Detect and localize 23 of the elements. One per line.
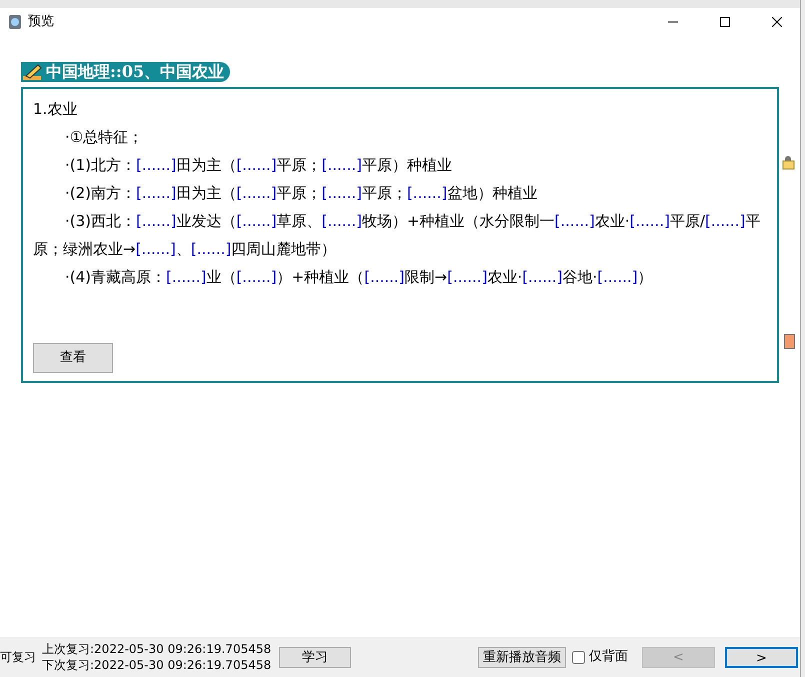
card-text: ·(1)北方：[......]田为主（[......]平原；[......]平原）种植业 — [64, 154, 453, 176]
maximize-icon[interactable] — [720, 17, 730, 27]
book-icon[interactable] — [784, 334, 796, 349]
window-title: 预览 — [28, 13, 54, 32]
bag-icon[interactable] — [782, 156, 796, 170]
back-only-label: 仅背面 — [589, 648, 628, 666]
card-text: 1.农业 — [33, 98, 78, 120]
status-text: 可复习 — [0, 649, 36, 666]
app-icon — [8, 14, 22, 30]
next-review-text: 下次复习:2022-05-30 09:26:19.705458 — [42, 657, 272, 673]
card-text: ·①总特征； — [64, 126, 144, 148]
replay-audio-button[interactable]: 重新播放音频 — [478, 646, 566, 668]
show-button[interactable]: 查看 — [33, 342, 113, 372]
last-review-text: 上次复习:2022-05-30 09:26:19.705458 — [42, 641, 272, 657]
card-text: ·(2)南方：[......]田为主（[......]平原；[......]平原；[......]盆地）种植业 — [64, 182, 538, 204]
card-text: ·(4)青藏高原：[......]业（[......]）+种植业（[......]限制→[......]农业·[......]谷地·[......]） — [64, 266, 654, 288]
next-button[interactable]: > — [725, 646, 798, 668]
card-text: ·(3)西北：[......]业发达（[......]草原、[......]牧场）+种植业（水分限制一[......]农业·[......]平原/[......]平原；绿洲农业→[......]、[......]四周山麓地带） — [33, 210, 762, 260]
study-button[interactable]: 学习 — [279, 646, 352, 668]
card-title: 中国地理::05、中国农业 — [21, 62, 230, 82]
back-only-checkbox[interactable] — [572, 650, 585, 664]
close-icon[interactable] — [772, 17, 782, 27]
pencil-icon — [23, 64, 43, 80]
